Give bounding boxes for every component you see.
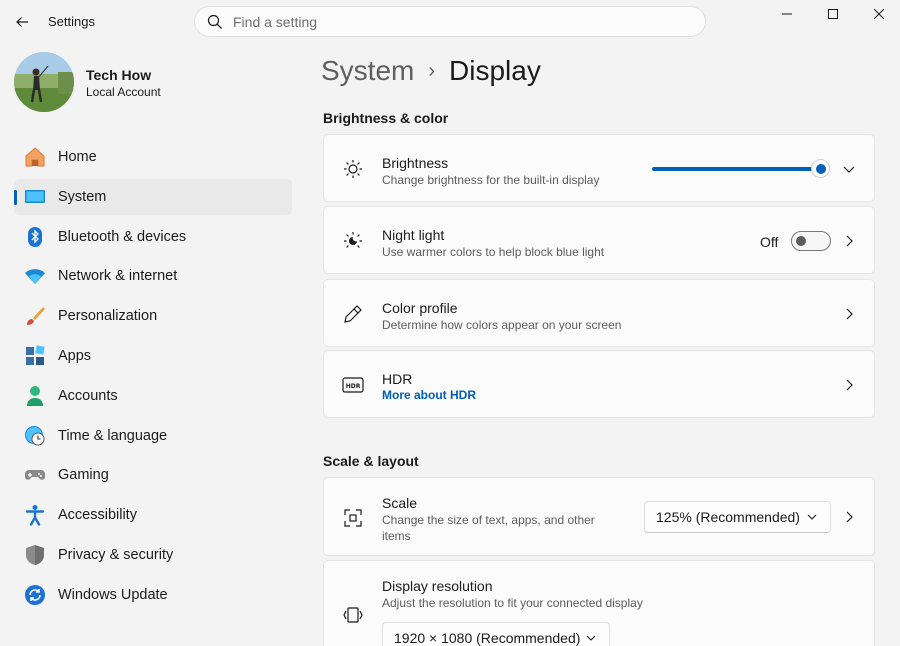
breadcrumb-parent[interactable]: System — [321, 55, 414, 87]
back-button[interactable] — [8, 8, 36, 36]
hdr-more-link[interactable]: More about HDR — [382, 388, 476, 402]
minimize-button[interactable] — [764, 0, 810, 28]
clock-globe-icon — [24, 425, 46, 447]
wifi-icon — [24, 265, 46, 287]
sidebar-item-gaming[interactable]: Gaming — [14, 457, 292, 493]
night-light-desc: Use warmer colors to help block blue lig… — [382, 245, 605, 259]
color-profile-card[interactable]: Color profile Determine how colors appea… — [323, 279, 875, 347]
scale-dropdown-value: 125% (Recommended) — [656, 509, 800, 525]
brush-icon — [24, 305, 46, 327]
scale-dropdown[interactable]: 125% (Recommended) — [644, 501, 831, 533]
sidebar-item-label: Personalization — [58, 308, 158, 325]
sidebar-item-label: Apps — [58, 347, 92, 364]
night-light-card[interactable]: Night light Use warmer colors to help bl… — [323, 206, 875, 274]
sidebar-item-home[interactable]: Home — [14, 139, 292, 175]
section-title-scale-layout: Scale & layout — [323, 453, 419, 469]
profile-account-type: Local Account — [86, 85, 161, 99]
chevron-down-icon[interactable] — [842, 162, 856, 176]
system-icon — [24, 186, 46, 208]
night-light-title: Night light — [382, 227, 445, 243]
brightness-card: Brightness Change brightness for the bui… — [323, 134, 875, 202]
chevron-down-icon — [806, 511, 818, 523]
chevron-right-icon[interactable] — [842, 234, 856, 248]
bluetooth-icon — [24, 226, 46, 248]
night-light-state: Off — [760, 234, 779, 250]
sidebar-item-privacy-security[interactable]: Privacy & security — [14, 537, 292, 573]
sidebar-item-system[interactable]: System — [14, 178, 292, 215]
app-title: Settings — [48, 14, 95, 29]
color-profile-desc: Determine how colors appear on your scre… — [382, 318, 622, 332]
sidebar-item-network[interactable]: Network & internet — [14, 258, 292, 294]
shield-icon — [24, 544, 46, 566]
night-light-icon — [342, 230, 364, 252]
minimize-icon — [782, 13, 792, 15]
scale-icon — [342, 507, 364, 529]
hdr-icon: HDR — [342, 374, 364, 396]
brightness-title: Brightness — [382, 155, 449, 171]
apps-icon — [24, 345, 46, 367]
chevron-right-icon[interactable] — [842, 510, 856, 524]
maximize-button[interactable] — [810, 0, 856, 28]
sun-icon — [342, 158, 364, 180]
gamepad-icon — [24, 464, 46, 486]
section-title-brightness-color: Brightness & color — [323, 110, 449, 126]
sidebar-nav: Home System Bluetooth & devices Network … — [14, 139, 292, 617]
sidebar-item-label: Windows Update — [58, 586, 168, 603]
brightness-slider-track[interactable] — [652, 167, 816, 171]
eyedropper-icon — [342, 303, 364, 325]
resolution-title: Display resolution — [382, 578, 493, 594]
sidebar-item-label: Privacy & security — [58, 546, 174, 563]
resolution-dropdown[interactable]: 1920 × 1080 (Recommended) — [382, 622, 610, 646]
home-icon — [24, 146, 46, 168]
sidebar-item-label: Home — [58, 149, 97, 165]
color-profile-title: Color profile — [382, 300, 458, 316]
sidebar-item-label: Gaming — [58, 467, 109, 484]
scale-card[interactable]: Scale Change the size of text, apps, and… — [323, 477, 875, 556]
breadcrumb-separator: › — [428, 60, 436, 82]
sidebar-item-label: Accessibility — [58, 507, 137, 524]
night-light-toggle[interactable] — [791, 231, 831, 251]
sidebar-item-bluetooth[interactable]: Bluetooth & devices — [14, 219, 292, 255]
sidebar-item-accounts[interactable]: Accounts — [14, 378, 292, 414]
resolution-icon — [342, 604, 364, 626]
brightness-desc: Change brightness for the built-in displ… — [382, 173, 600, 187]
back-arrow-icon — [16, 17, 28, 27]
sidebar-item-personalization[interactable]: Personalization — [14, 298, 292, 334]
breadcrumb: System › Display — [321, 55, 541, 87]
sidebar-item-windows-update[interactable]: Windows Update — [14, 577, 292, 613]
hdr-card[interactable]: HDR HDR More about HDR — [323, 350, 875, 418]
update-icon — [24, 584, 46, 606]
close-icon — [874, 9, 884, 19]
sidebar-item-label: Accounts — [58, 387, 118, 404]
scale-title: Scale — [382, 495, 418, 511]
scale-desc: Change the size of text, apps, and other… — [382, 513, 595, 543]
search-icon — [207, 14, 223, 30]
sidebar-item-label: Time & language — [58, 427, 168, 444]
close-button[interactable] — [856, 0, 900, 28]
sidebar-item-label: Network & internet — [58, 268, 178, 285]
title-bar: Settings — [0, 0, 900, 42]
chevron-right-icon[interactable] — [842, 378, 856, 392]
search-input[interactable] — [233, 13, 673, 30]
person-icon — [24, 385, 46, 407]
avatar[interactable] — [14, 52, 74, 112]
hdr-title: HDR — [382, 371, 413, 387]
sidebar-item-label: System — [58, 188, 107, 205]
chevron-down-icon — [585, 632, 597, 644]
maximize-icon — [828, 9, 838, 19]
sidebar-item-time-language[interactable]: Time & language — [14, 418, 292, 454]
search-box[interactable] — [194, 6, 706, 37]
resolution-dropdown-value: 1920 × 1080 (Recommended) — [394, 630, 581, 646]
resolution-card: Display resolution Adjust the resolution… — [323, 560, 875, 646]
sidebar-item-label: Bluetooth & devices — [58, 228, 187, 245]
brightness-slider-thumb[interactable] — [811, 159, 830, 178]
chevron-right-icon[interactable] — [842, 307, 856, 321]
page-title: Display — [449, 55, 541, 86]
accessibility-icon — [24, 504, 46, 526]
resolution-desc: Adjust the resolution to fit your connec… — [382, 596, 643, 610]
svg-text:HDR: HDR — [346, 383, 361, 390]
sidebar-item-apps[interactable]: Apps — [14, 338, 292, 374]
sidebar-item-accessibility[interactable]: Accessibility — [14, 497, 292, 533]
profile-name: Tech How — [86, 67, 152, 83]
